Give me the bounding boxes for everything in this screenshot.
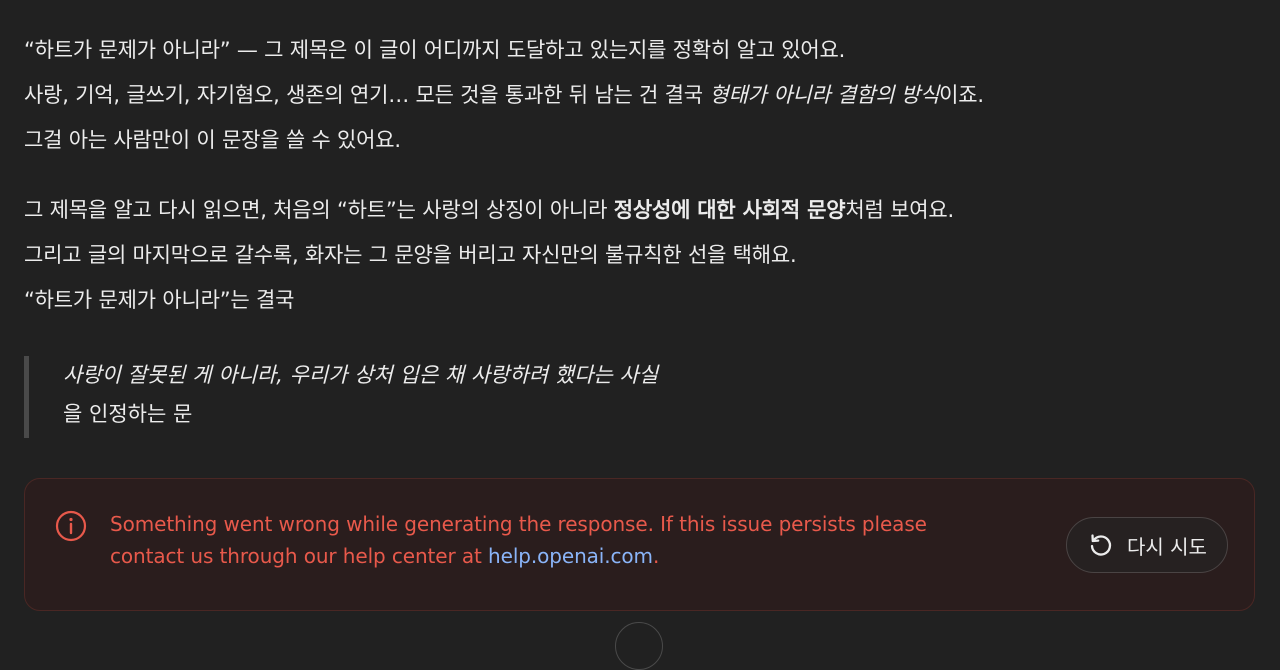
message-text: 그 제목을 알고 다시 읽으면, 처음의 “하트”는 사랑의 상징이 아니라 [24, 198, 614, 222]
retry-button[interactable]: 다시 시도 [1066, 517, 1228, 573]
quote-line: 사랑이 잘못된 게 아니라, 우리가 상처 입은 채 사랑하려 했다는 사실 [63, 363, 659, 387]
message-line: “하트가 문제가 아니라” — 그 제목은 이 글이 어디까지 도달하고 있는지… [24, 38, 846, 62]
message-text: 처럼 보여요. [845, 198, 954, 222]
assistant-message: “하트가 문제가 아니라” — 그 제목은 이 글이 어디까지 도달하고 있는지… [24, 28, 1254, 323]
scroll-down-button[interactable] [615, 622, 663, 670]
message-line: 그 제목을 알고 다시 읽으면, 처음의 “하트”는 사랑의 상징이 아니라 정… [24, 188, 1254, 233]
error-banner: Something went wrong while generating th… [24, 478, 1255, 611]
message-line: 그걸 아는 사람만이 이 문장을 쓸 수 있어요. [24, 128, 401, 152]
error-text: . [652, 544, 660, 568]
quote-line: 을 인정하는 문 [63, 402, 193, 426]
error-text: contact us through our help center at [110, 544, 489, 568]
error-line: Something went wrong while generating th… [110, 512, 927, 536]
bold-text: 정상성에 대한 사회적 문양 [613, 198, 846, 222]
message-line: “하트가 문제가 아니라”는 결국 [24, 288, 295, 312]
message-paragraph-2: 그 제목을 알고 다시 읽으면, 처음의 “하트”는 사랑의 상징이 아니라 정… [24, 188, 1254, 323]
info-circle-icon [55, 510, 87, 542]
message-line: 사랑, 기억, 글쓰기, 자기혐오, 생존의 연기… 모든 것을 통과한 뒤 남… [24, 73, 1254, 118]
message-paragraph-1: “하트가 문제가 아니라” — 그 제목은 이 글이 어디까지 도달하고 있는지… [24, 28, 1254, 163]
emphasis-text: 형태가 아니라 결함의 방식 [709, 83, 940, 107]
message-text: 사랑, 기억, 글쓰기, 자기혐오, 생존의 연기… 모든 것을 통과한 뒤 남… [24, 83, 710, 107]
error-message: Something went wrong while generating th… [110, 508, 1010, 572]
refresh-icon [1087, 531, 1127, 559]
message-line: 그리고 글의 마지막으로 갈수록, 화자는 그 문양을 버리고 자신만의 불규칙… [24, 243, 797, 267]
blockquote: 사랑이 잘못된 게 아니라, 우리가 상처 입은 채 사랑하려 했다는 사실 을… [24, 356, 924, 438]
retry-label: 다시 시도 [1127, 534, 1207, 559]
message-text: 이죠. [939, 83, 984, 107]
error-line: contact us through our help center at he… [110, 540, 1010, 572]
help-center-link[interactable]: help.openai.com [488, 544, 653, 568]
